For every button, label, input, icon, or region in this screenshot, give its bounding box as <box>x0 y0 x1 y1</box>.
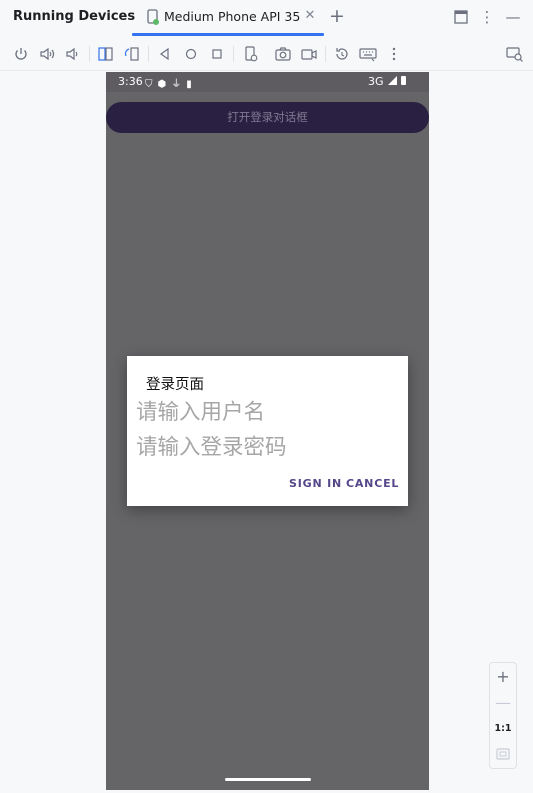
zoom-controls: + — 1:1 <box>489 662 517 769</box>
more-options-icon[interactable]: ⋮ <box>478 7 496 27</box>
battery-icon <box>401 76 406 85</box>
tab-bar: Running Devices Medium Phone API 35 ✕ + … <box>0 0 533 36</box>
sign-in-button[interactable]: SIGN IN <box>289 477 342 490</box>
mirror-icon[interactable] <box>505 44 525 64</box>
more-icon[interactable] <box>384 44 404 64</box>
screen-record-icon[interactable] <box>299 44 319 64</box>
status-notification-icons: ⛉⬢⏚▮ <box>145 79 197 90</box>
status-network: 3G <box>368 75 384 88</box>
username-input[interactable]: 请输入用户名 <box>136 395 396 426</box>
gesture-home-bar[interactable] <box>225 778 311 781</box>
fit-screen-icon[interactable] <box>490 742 516 766</box>
device-settings-icon[interactable] <box>241 44 261 64</box>
toolbar-divider <box>233 46 234 62</box>
panel-title: Running Devices <box>13 9 136 24</box>
status-bar: 3:36 ⛉⬢⏚▮ 3G <box>106 72 429 92</box>
dialog-title: 登录页面 <box>146 377 204 393</box>
device-toolbar <box>0 38 533 71</box>
rotate-right-icon[interactable] <box>122 44 142 64</box>
volume-up-icon[interactable] <box>37 44 57 64</box>
tab-medium-phone[interactable]: Medium Phone API 35 ✕ <box>140 0 324 36</box>
layout-icon[interactable] <box>452 7 470 27</box>
overview-icon[interactable] <box>207 44 227 64</box>
device-phone-icon <box>146 9 160 25</box>
rotate-left-icon[interactable] <box>96 44 116 64</box>
zoom-in-button[interactable]: + <box>490 665 516 689</box>
back-icon[interactable] <box>155 44 175 64</box>
open-login-dialog-button[interactable]: 打开登录对话框 <box>106 102 429 133</box>
signal-icon <box>388 76 397 85</box>
active-tab-indicator <box>132 33 324 36</box>
minimize-icon[interactable]: — <box>504 7 522 27</box>
reset-icon[interactable] <box>332 44 352 64</box>
keyboard-icon[interactable] <box>358 44 378 64</box>
toolbar-divider <box>325 46 326 62</box>
volume-down-icon[interactable] <box>62 44 82 64</box>
toolbar-divider <box>148 46 149 62</box>
home-icon[interactable] <box>181 44 201 64</box>
cancel-button[interactable]: CANCEL <box>346 477 399 490</box>
toolbar-divider <box>89 46 90 62</box>
power-icon[interactable] <box>11 44 31 64</box>
actual-size-button[interactable]: 1:1 <box>490 717 516 741</box>
login-dialog: 登录页面 请输入用户名 请输入登录密码 SIGN IN CANCEL <box>127 356 408 506</box>
status-time: 3:36 <box>118 75 143 88</box>
device-screen[interactable]: 3:36 ⛉⬢⏚▮ 3G 打开登录对话框 登录页面 请输入用户名 请输入登录密码… <box>106 72 429 790</box>
close-icon[interactable]: ✕ <box>303 8 317 24</box>
zoom-out-button[interactable]: — <box>490 691 516 715</box>
add-tab-icon[interactable]: + <box>328 6 346 26</box>
password-input[interactable]: 请输入登录密码 <box>136 430 396 461</box>
screenshot-icon[interactable] <box>273 44 293 64</box>
tab-label: Medium Phone API 35 <box>164 9 301 24</box>
